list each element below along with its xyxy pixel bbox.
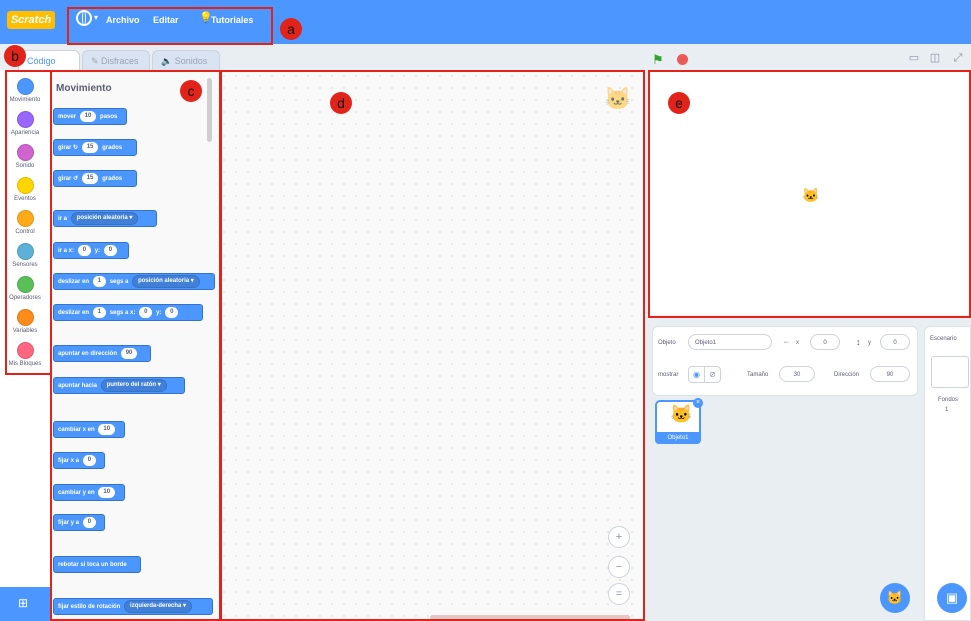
stop-icon[interactable] [677,54,688,65]
annotation-box-b [5,70,52,375]
annotation-label-e: e [668,92,690,114]
x-input[interactable]: 0 [810,334,840,350]
annotation-label-c: c [180,80,202,102]
sprite-thumbnail-name: Objeto1 [655,432,701,444]
add-extension-icon: ⊞ [18,596,29,610]
fullscreen-icon[interactable]: ⤢ [950,50,966,66]
x-label: x [796,340,799,346]
annotation-box-a [67,7,273,45]
annotation-label-b: b [4,45,26,67]
tab-costumes-label: Disfraces [101,56,139,66]
backdrops-count: 1 [945,407,949,413]
x-arrows-icon: ↔ [783,339,789,345]
stage-thumbnail[interactable] [931,356,969,388]
small-stage-icon[interactable]: ▭ [906,50,922,66]
tab-code[interactable]: Código [18,50,80,70]
add-sprite-icon: 🐱 [886,590,904,605]
green-flag-icon[interactable]: ⚑ [652,52,664,68]
annotation-label-a: a [280,18,302,40]
sprite-name-label: Objeto [658,340,676,346]
add-backdrop-icon: ▣ [945,590,959,605]
show-label: mostrar [658,372,679,378]
size-label: Tamaño [747,372,769,378]
annotation-label-d: d [330,92,352,114]
speaker-icon: 🔈 [161,56,175,66]
annotation-box-c [50,70,221,621]
annotation-box-e [648,70,971,318]
y-input[interactable]: 0 [880,334,910,350]
annotation-box-d [220,70,645,621]
add-backdrop-button[interactable]: ▣ [937,583,967,613]
backdrops-label: Fondos [938,397,959,403]
scratch-logo[interactable]: Scratch [7,11,55,29]
add-extension-button[interactable]: ⊞ [0,587,50,621]
y-label: y [868,340,871,346]
brush-icon: ✎ [91,56,102,66]
large-stage-icon[interactable]: ◫ [927,50,943,66]
delete-sprite-icon[interactable]: × [693,398,703,408]
cat-sprite-icon: 🐱 [670,404,693,424]
sprite-name-input[interactable]: Objeto1 [688,334,772,350]
stage-target-title: Escenario [930,336,957,342]
tab-costumes[interactable]: ✎ Disfraces [82,50,150,70]
tab-sounds-label: Sonidos [174,56,208,66]
show-sprite-eye-icon[interactable]: ◉ [688,366,705,383]
tab-code-label: Código [27,56,56,66]
size-input[interactable]: 30 [779,366,815,382]
add-sprite-button[interactable]: 🐱 [880,583,910,613]
tab-sounds[interactable]: 🔈 Sonidos [152,50,220,70]
direction-input[interactable]: 90 [870,366,910,382]
hide-sprite-eye-icon[interactable]: ⊘ [704,366,721,383]
y-arrows-icon: ↕ [856,337,861,347]
direction-label: Dirección [834,372,860,378]
